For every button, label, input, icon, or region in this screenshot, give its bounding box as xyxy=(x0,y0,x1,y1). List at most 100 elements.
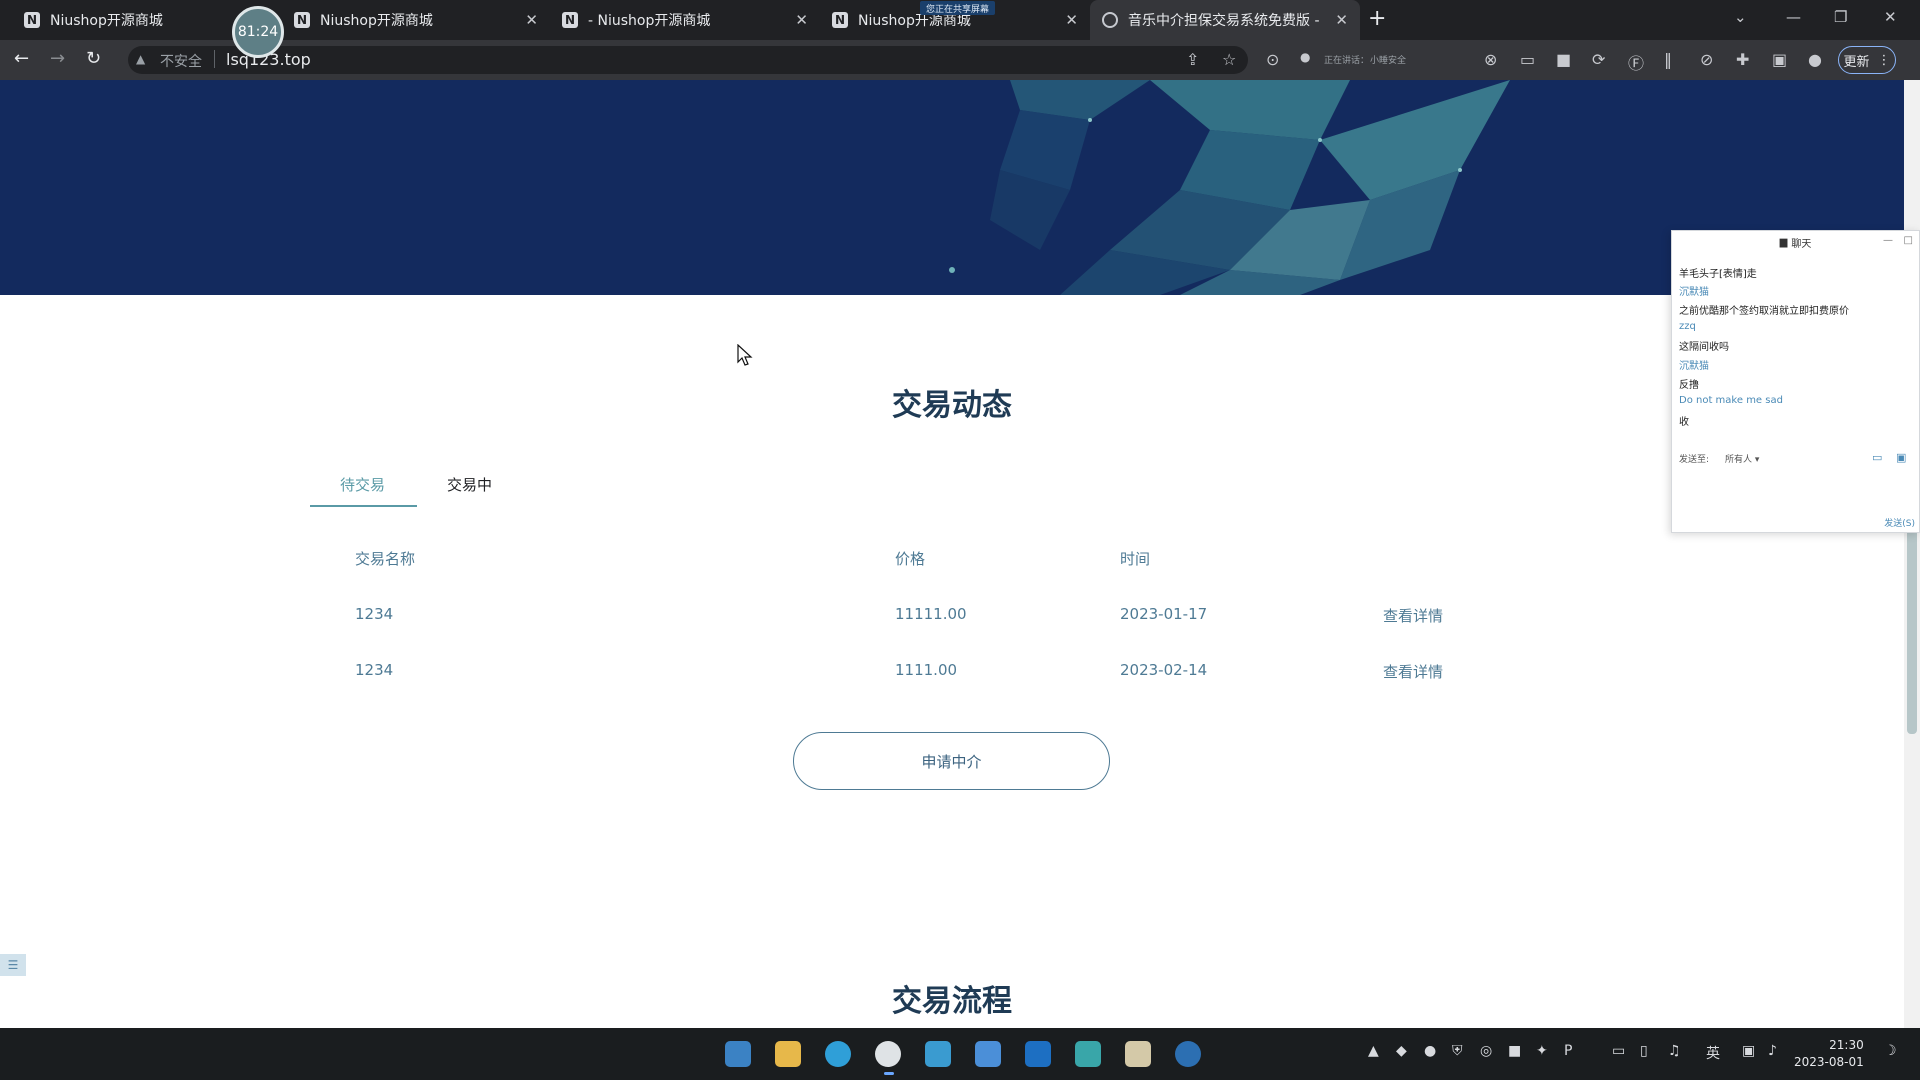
minimize-icon[interactable]: — xyxy=(1786,8,1801,26)
tray-icon[interactable]: ▭ xyxy=(1612,1043,1625,1059)
app-icon[interactable] xyxy=(1175,1041,1201,1067)
divider xyxy=(214,50,215,68)
extension-icon[interactable]: ⊙ xyxy=(1266,50,1279,69)
tray-icon[interactable]: P xyxy=(1564,1043,1572,1059)
side-panel-icon[interactable]: ▣ xyxy=(1772,50,1787,69)
side-menu-icon[interactable]: ☰ xyxy=(0,954,26,976)
close-tab-icon[interactable]: ✕ xyxy=(525,11,538,29)
mic-icon[interactable]: ● xyxy=(1300,50,1310,64)
file-icon[interactable]: ▭ xyxy=(1872,451,1882,464)
forward-icon[interactable]: → xyxy=(50,48,65,69)
trade-name: 1234 xyxy=(355,661,394,679)
tray-icon[interactable]: ✦ xyxy=(1536,1043,1548,1059)
extension-icon[interactable]: ⟳ xyxy=(1592,50,1605,69)
reload-icon[interactable]: ↻ xyxy=(86,48,101,69)
chat-message: 收 xyxy=(1679,417,1689,428)
profile-icon[interactable]: ● xyxy=(1808,50,1822,69)
chat-panel: ▆ 聊天 — □ 羊毛头子[表情]走 沉默猫 之前优酷那个签约取消就立即扣费原价 … xyxy=(1671,230,1920,533)
clock-date: 2023-08-01 xyxy=(1794,1055,1864,1069)
share-icon[interactable]: ⇪ xyxy=(1186,50,1199,69)
new-tab-button[interactable]: + xyxy=(1368,6,1386,31)
meeting-status-note: 小睡安全 xyxy=(1370,56,1407,66)
chrome-icon[interactable] xyxy=(875,1041,901,1067)
extension-icon[interactable]: ⊗ xyxy=(1484,50,1497,69)
niushop-favicon: N xyxy=(294,12,310,28)
close-window-icon[interactable]: ✕ xyxy=(1884,8,1897,26)
battery-icon[interactable]: ▯ xyxy=(1640,1043,1648,1059)
active-app-indicator xyxy=(884,1072,894,1075)
tray-icon[interactable]: ▲ xyxy=(1368,1043,1379,1059)
banner-graphic xyxy=(949,80,1510,295)
trade-price: 1111.00 xyxy=(895,661,958,679)
start-icon[interactable] xyxy=(725,1041,751,1067)
trade-price: 11111.00 xyxy=(895,605,967,623)
view-details-link[interactable]: 查看详情 xyxy=(1383,605,1443,626)
security-label[interactable]: 不安全 xyxy=(160,51,202,71)
chat-sender: Do not make me sad xyxy=(1679,395,1783,406)
tray-icon[interactable]: ◎ xyxy=(1480,1043,1492,1059)
apply-agent-button[interactable]: 申请中介 xyxy=(793,732,1110,790)
mouse-cursor-icon xyxy=(737,344,753,366)
restore-icon[interactable]: ❐ xyxy=(1834,8,1847,26)
screen-share-badge: 您正在共享屏幕 xyxy=(920,1,996,15)
browser-tab-2[interactable]: N Niushop开源商城 ✕ xyxy=(282,0,550,40)
chat-message: 羊毛头子[表情]走 xyxy=(1679,269,1757,280)
menu-kebab-icon[interactable]: ⋮ xyxy=(1878,53,1891,68)
puzzle-icon[interactable]: ✚ xyxy=(1736,50,1749,69)
tab-search-icon[interactable]: ⌄ xyxy=(1734,8,1747,26)
taskbar-clock[interactable]: 21:30 2023-08-01 xyxy=(1794,1037,1864,1071)
app-icon[interactable] xyxy=(1075,1041,1101,1067)
close-tab-icon[interactable]: ✕ xyxy=(1335,11,1348,29)
tray-icon[interactable]: ■ xyxy=(1508,1043,1521,1059)
mic-icon[interactable]: ♫ xyxy=(1668,1043,1681,1059)
app-icon[interactable] xyxy=(925,1041,951,1067)
chat-minimize-icon[interactable]: — xyxy=(1883,235,1893,246)
notification-icon[interactable]: ☽ xyxy=(1884,1043,1897,1059)
file-explorer-icon[interactable] xyxy=(775,1041,801,1067)
extension-icon[interactable]: ▭ xyxy=(1520,50,1535,69)
network-icon[interactable]: ▣ xyxy=(1742,1043,1755,1059)
tab-title: 音乐中介担保交易系统免费版 - xyxy=(1128,13,1320,29)
niushop-favicon: N xyxy=(832,12,848,28)
volume-icon[interactable]: ♪ xyxy=(1768,1043,1777,1059)
close-tab-icon[interactable]: ✕ xyxy=(795,11,808,29)
back-icon[interactable]: ← xyxy=(14,48,29,69)
tab-in-progress[interactable]: 交易中 xyxy=(447,474,492,495)
browser-tab-3[interactable]: N - Niushop开源商城 ✕ xyxy=(550,0,820,40)
chat-maximize-icon[interactable]: □ xyxy=(1904,235,1913,246)
extension-icon[interactable]: ■ xyxy=(1556,50,1571,69)
tab-title: Niushop开源商城 xyxy=(320,13,433,29)
app-icon[interactable] xyxy=(975,1041,1001,1067)
send-button[interactable]: 发送(S) xyxy=(1884,516,1915,529)
trade-date: 2023-01-17 xyxy=(1120,605,1208,623)
tab-pending[interactable]: 待交易 xyxy=(340,474,385,495)
chat-bubble-icon: ▆ xyxy=(1779,236,1788,248)
globe-icon xyxy=(1102,12,1118,28)
chat-sender: 沉默猫 xyxy=(1679,287,1709,298)
bookmark-star-icon[interactable]: ☆ xyxy=(1222,50,1236,69)
view-details-link[interactable]: 查看详情 xyxy=(1383,661,1443,682)
app-icon[interactable] xyxy=(1025,1041,1051,1067)
close-tab-icon[interactable]: ✕ xyxy=(1065,11,1078,29)
update-button[interactable]: 更新 ⋮ xyxy=(1838,46,1896,74)
chat-message: 之前优酷那个签约取消就立即扣费原价 xyxy=(1679,306,1849,317)
extension-icon[interactable]: ⊘ xyxy=(1700,50,1713,69)
shield-icon[interactable]: ⛨ xyxy=(1452,1043,1463,1059)
edge-icon[interactable] xyxy=(825,1041,851,1067)
save-icon[interactable]: ▣ xyxy=(1896,451,1906,464)
app-icon[interactable] xyxy=(1125,1041,1151,1067)
tray-icon[interactable]: ● xyxy=(1424,1043,1436,1059)
chat-sender: 沉默猫 xyxy=(1679,361,1709,372)
extension-icon[interactable]: Ⓕ xyxy=(1628,50,1644,74)
column-header-time: 时间 xyxy=(1120,550,1151,568)
ime-indicator[interactable]: 英 xyxy=(1706,1043,1720,1063)
clock-time: 21:30 xyxy=(1829,1038,1864,1052)
extension-icon[interactable]: ‖ xyxy=(1664,50,1672,69)
recording-timer: 81:24 xyxy=(232,6,284,58)
update-label: 更新 xyxy=(1843,54,1870,70)
warning-icon[interactable]: ▲ xyxy=(136,52,145,66)
niushop-favicon: N xyxy=(562,12,578,28)
browser-tab-active[interactable]: 音乐中介担保交易系统免费版 - ✕ xyxy=(1090,0,1360,40)
send-to-dropdown[interactable]: 所有人 ▾ xyxy=(1725,452,1759,465)
tray-icon[interactable]: ◆ xyxy=(1396,1043,1407,1059)
